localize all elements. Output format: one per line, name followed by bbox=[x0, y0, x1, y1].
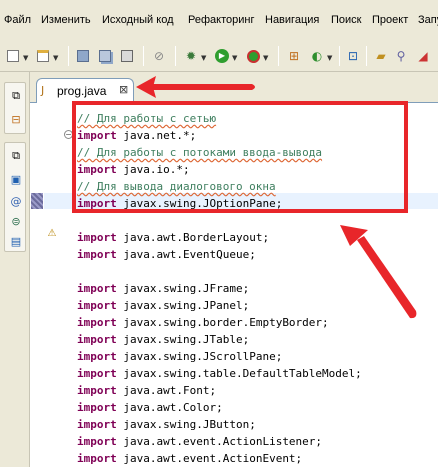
tab-arrow-shaft bbox=[150, 84, 255, 90]
code-arrow-shaft bbox=[357, 236, 417, 319]
tab-arrow-head bbox=[136, 76, 156, 98]
annotation-arrows bbox=[136, 76, 417, 319]
